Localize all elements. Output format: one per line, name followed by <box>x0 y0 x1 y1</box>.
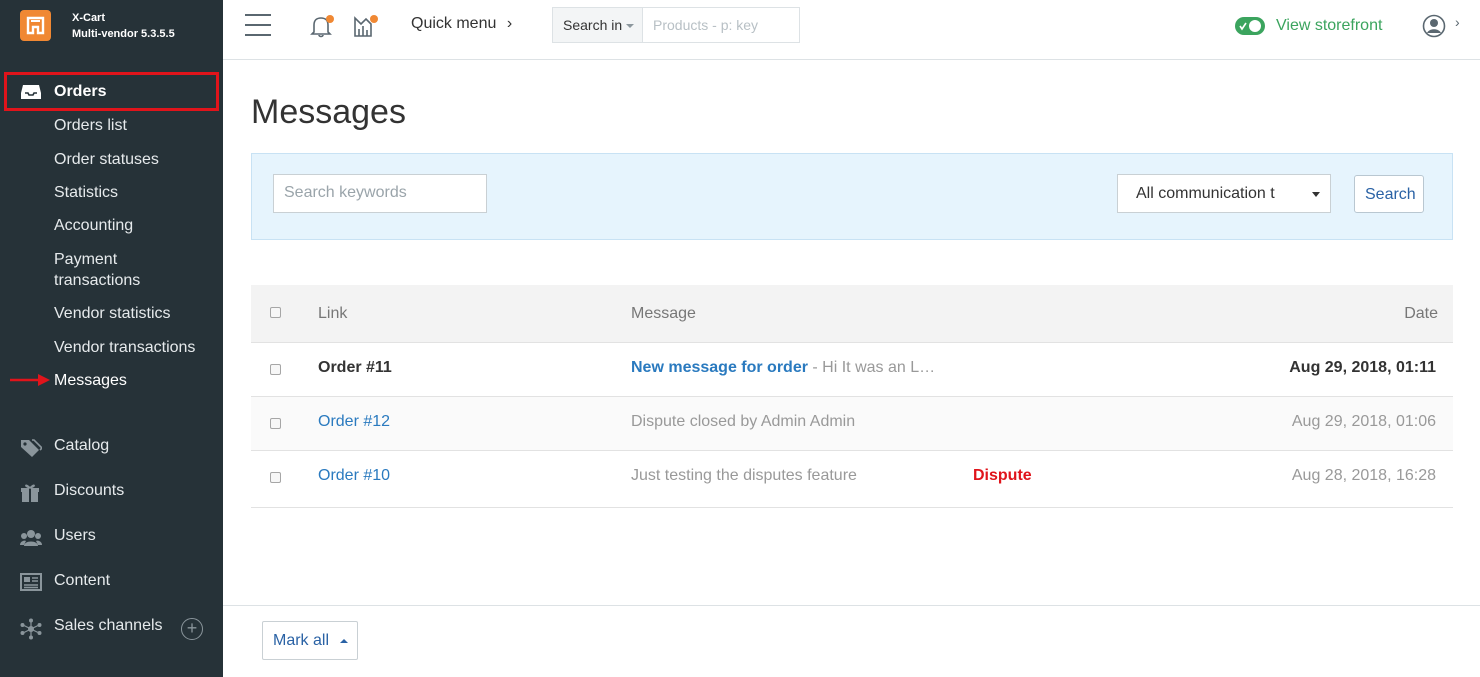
sidebar-subitem-vendor-transactions[interactable]: Vendor transactions <box>54 337 195 358</box>
row-checkbox[interactable] <box>270 472 281 483</box>
chevron-right-icon[interactable]: › <box>1455 14 1460 30</box>
toggle-knob <box>1249 20 1261 32</box>
select-all-checkbox[interactable] <box>270 307 281 318</box>
sidebar-subitem-vendor-statistics[interactable]: Vendor statistics <box>54 303 171 324</box>
search-filter-panel: Search keywords All communication t Sear… <box>251 153 1453 240</box>
search-keywords-input[interactable]: Search keywords <box>273 174 487 213</box>
message-date: Aug 28, 2018, 16:28 <box>1291 467 1436 484</box>
brand-name: X-Cart <box>72 12 106 24</box>
search-in-dropdown[interactable]: Search in <box>552 7 643 43</box>
top-bar: Quick menu › Search in Products - p: key… <box>223 0 1480 60</box>
sidebar-subitem-statistics[interactable]: Statistics <box>54 182 118 203</box>
order-link[interactable]: Order #11 <box>318 359 392 377</box>
sidebar-item-label: Sales channels <box>54 617 163 634</box>
quick-menu-label: Quick menu <box>411 15 497 32</box>
quick-menu[interactable]: Quick menu › <box>411 15 512 33</box>
notification-dot <box>370 15 378 23</box>
message-preview[interactable]: Just testing the disputes feature <box>631 467 857 485</box>
footer-bar: Mark all <box>223 605 1480 677</box>
order-link[interactable]: Order #10 <box>318 467 390 485</box>
mark-all-label: Mark all <box>273 632 330 649</box>
caret-down-icon <box>1312 192 1320 197</box>
sidebar-subitem-order-statuses[interactable]: Order statuses <box>54 149 159 170</box>
sidebar-subitem-payment-transactions[interactable]: Payment transactions <box>54 249 140 291</box>
brand-version: Multi-vendor 5.3.5.5 <box>72 28 175 40</box>
table-row[interactable]: Order #12 Dispute closed by Admin Admin … <box>251 397 1453 451</box>
sidebar-item-users[interactable]: Users <box>20 526 220 550</box>
search-button[interactable]: Search <box>1354 175 1424 213</box>
network-icon <box>20 618 42 645</box>
inbox-icon <box>20 84 42 105</box>
view-storefront-link[interactable]: View storefront <box>1276 17 1382 35</box>
bell-icon[interactable] <box>309 14 334 43</box>
caret-up-icon <box>340 639 348 643</box>
notification-dot <box>326 15 334 23</box>
user-avatar-icon[interactable] <box>1422 14 1446 43</box>
search-in-label: Search in <box>563 17 623 33</box>
tags-icon <box>20 438 44 463</box>
message-date: Aug 29, 2018, 01:11 <box>1289 359 1436 376</box>
global-search-input[interactable]: Products - p: key <box>643 7 800 43</box>
message-cell[interactable]: New message for order - Hi It was an L… <box>631 359 935 377</box>
sidebar-item-label: Orders <box>54 83 107 100</box>
sidebar-subitem-orders-list[interactable]: Orders list <box>54 115 127 136</box>
mark-all-button[interactable]: Mark all <box>262 621 358 660</box>
sidebar-item-label: Users <box>54 527 96 544</box>
users-icon <box>20 528 42 553</box>
dispute-badge: Dispute <box>973 467 1032 484</box>
column-header-message: Message <box>631 305 696 322</box>
sidebar-item-content[interactable]: Content <box>20 571 220 595</box>
message-preview: - Hi It was an L… <box>807 359 936 376</box>
column-header-link: Link <box>318 305 348 322</box>
red-arrow-icon <box>10 373 50 392</box>
brand[interactable]: X-Cart Multi-vendor 5.3.5.5 <box>0 0 223 60</box>
select-value: All communication t <box>1136 185 1275 202</box>
sidebar-item-catalog[interactable]: Catalog <box>20 436 220 460</box>
row-checkbox[interactable] <box>270 364 281 375</box>
add-sales-channel-icon[interactable]: + <box>181 618 203 640</box>
message-preview[interactable]: Dispute closed by Admin Admin <box>631 413 855 431</box>
sidebar: X-Cart Multi-vendor 5.3.5.5 Orders Order… <box>0 0 223 677</box>
table-row[interactable]: Order #10 Just testing the disputes feat… <box>251 451 1453 508</box>
gift-icon <box>20 483 40 508</box>
subitem-label-line-1: Payment <box>54 251 118 268</box>
check-icon <box>1239 22 1247 31</box>
sidebar-item-label: Catalog <box>54 437 110 454</box>
subitem-label-line-2: transactions <box>54 272 141 289</box>
sidebar-item-label: Content <box>54 572 111 589</box>
sidebar-item-orders[interactable]: Orders <box>4 72 219 111</box>
message-date: Aug 29, 2018, 01:06 <box>1291 413 1436 430</box>
caret-down-icon <box>626 24 634 28</box>
sidebar-subitem-accounting[interactable]: Accounting <box>54 215 133 236</box>
column-header-date: Date <box>1404 305 1438 322</box>
chevron-right-icon: › <box>506 15 513 32</box>
sidebar-subitem-messages[interactable]: Messages <box>54 370 127 391</box>
xcart-logo-icon <box>20 10 51 41</box>
message-subject: New message for order <box>631 359 808 376</box>
marketplace-stats-icon[interactable] <box>353 14 379 43</box>
newspaper-icon <box>20 573 42 596</box>
page-title: Messages <box>251 93 406 131</box>
order-link[interactable]: Order #12 <box>318 413 390 431</box>
table-row[interactable]: Order #11 New message for order - Hi It … <box>251 343 1453 397</box>
table-header: Link Message Date <box>251 285 1453 343</box>
row-checkbox[interactable] <box>270 418 281 429</box>
sidebar-item-label: Discounts <box>54 482 125 499</box>
hamburger-menu-icon[interactable] <box>245 14 271 36</box>
communication-type-select[interactable]: All communication t <box>1117 174 1331 213</box>
storefront-toggle[interactable] <box>1235 17 1265 35</box>
sidebar-item-discounts[interactable]: Discounts <box>20 481 220 505</box>
